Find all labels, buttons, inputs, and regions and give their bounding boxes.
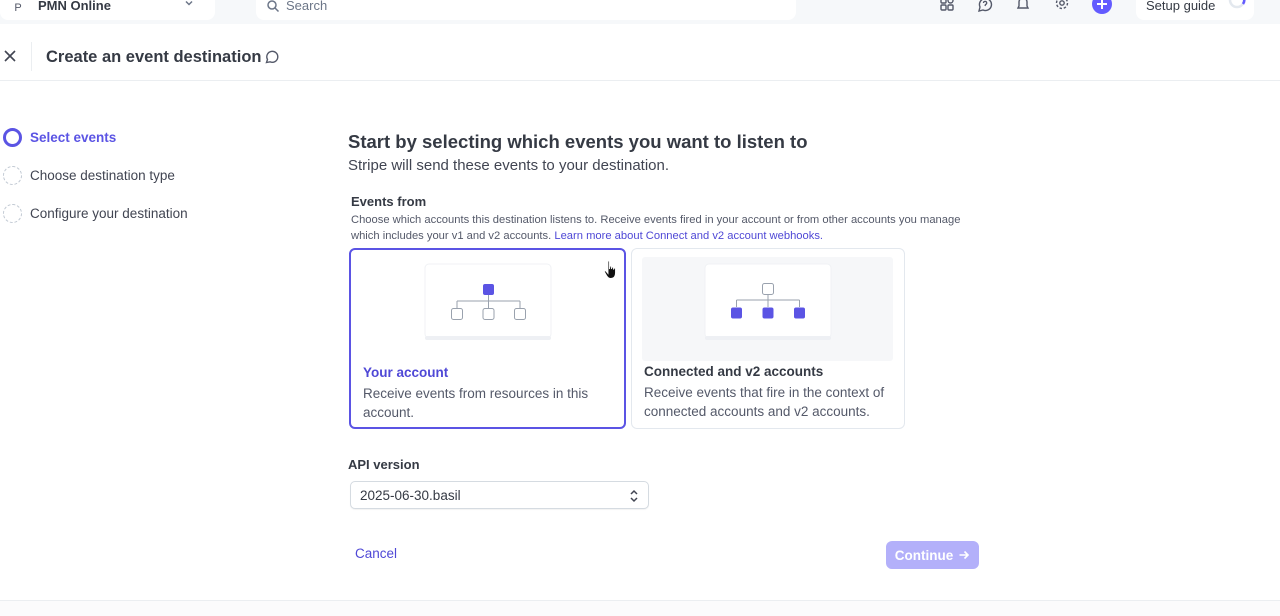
cancel-button[interactable]: Cancel [355,546,397,561]
setup-guide-button[interactable]: Setup guide [1136,0,1254,20]
page-header: Create an event destination [0,32,1280,81]
continue-label: Continue [894,547,954,563]
connect-webhooks-link[interactable]: Learn more about Connect and v2 account … [554,230,823,242]
plus-icon [1097,0,1107,9]
main-subtitle: Stripe will send these events to your de… [348,157,670,174]
create-button[interactable] [1092,0,1112,14]
main-title: Start by selecting which events you want… [348,131,808,152]
card-description: Receive events that fire in the context … [644,385,885,419]
card-title: Your account [363,365,449,380]
settings-icon[interactable] [1053,0,1071,14]
top-bar: P PMN Online Search Setup guide [0,0,1280,24]
chevron-down-icon [185,0,193,6]
connected-accounts-illustration-icon [642,257,893,361]
close-icon[interactable] [2,48,18,64]
api-version-value: 2025-06-30.basil [360,488,461,503]
account-name: PMN Online [38,0,111,13]
step-choose-destination-type[interactable]: Choose destination type [3,164,175,186]
arrow-right-icon [959,550,970,560]
search-input[interactable]: Search [256,0,796,20]
your-account-card[interactable]: Your account Receive events from resourc… [349,248,626,429]
step-label: Choose destination type [30,167,175,183]
api-version-select[interactable]: 2025-06-30.basil [350,481,649,509]
apps-icon[interactable] [938,0,956,14]
step-pending-indicator [3,165,22,185]
step-select-events[interactable]: Select events [3,126,116,148]
continue-button[interactable]: Continue [886,541,979,569]
notifications-icon[interactable] [1014,0,1032,14]
account-switcher[interactable]: P PMN Online [0,0,215,20]
single-account-illustration-icon [424,263,552,340]
help-icon[interactable] [976,0,994,14]
progress-ring-icon [1228,0,1246,9]
card-description: Receive events from resources in this ac… [363,386,589,420]
api-version-label: API version [348,457,420,472]
bottom-bar [0,600,1280,616]
header-divider [31,42,32,71]
events-from-label: Events from [351,194,427,209]
search-icon [267,0,280,13]
card-title: Connected and v2 accounts [644,364,824,379]
hand-cursor-icon [603,260,616,279]
connected-accounts-card[interactable]: Connected and v2 accounts Receive events… [631,248,905,429]
setup-guide-label: Setup guide [1146,0,1216,13]
chevron-up-down-icon [630,489,638,503]
step-configure-destination[interactable]: Configure your destination [3,202,188,224]
step-active-indicator [3,127,22,147]
step-label: Configure your destination [30,205,188,221]
page-title: Create an event destination [46,48,262,66]
account-avatar: P [14,2,22,14]
search-placeholder: Search [286,0,328,13]
step-pending-indicator [3,203,22,223]
feedback-icon[interactable] [264,49,280,65]
events-from-description: Choose which accounts this destination l… [351,212,981,244]
step-label: Select events [30,129,117,145]
